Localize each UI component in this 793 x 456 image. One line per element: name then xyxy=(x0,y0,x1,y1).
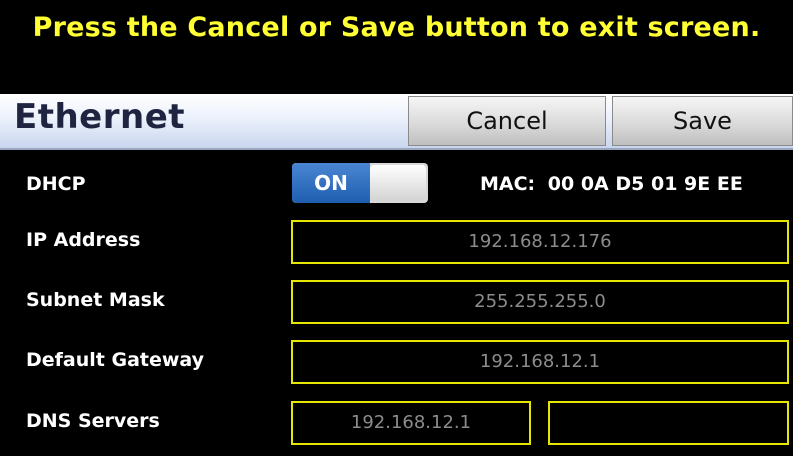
default-gateway-label: Default Gateway xyxy=(26,349,205,371)
ip-address-field[interactable]: 192.168.12.176 xyxy=(291,220,789,264)
dns-servers-label: DNS Servers xyxy=(26,410,160,432)
mac-value: 00 0A D5 01 9E EE xyxy=(547,173,743,195)
cancel-button[interactable]: Cancel xyxy=(408,96,606,146)
mac-label: MAC: xyxy=(480,173,536,195)
dhcp-label: DHCP xyxy=(26,173,86,195)
instruction-text: Press the Cancel or Save button to exit … xyxy=(32,12,761,43)
dns-primary-field[interactable]: 192.168.12.1 xyxy=(291,401,531,445)
dhcp-toggle[interactable]: ON xyxy=(292,163,428,203)
save-button[interactable]: Save xyxy=(612,96,793,146)
subnet-mask-field[interactable]: 255.255.255.0 xyxy=(291,280,789,324)
default-gateway-field[interactable]: 192.168.12.1 xyxy=(291,340,789,384)
page-title: Ethernet xyxy=(14,97,186,137)
dhcp-toggle-on-text: ON xyxy=(292,163,370,203)
toggle-knob xyxy=(370,165,426,201)
header-bar: Ethernet Cancel Save xyxy=(0,94,793,150)
dns-secondary-field[interactable] xyxy=(548,401,789,445)
instruction-banner: Press the Cancel or Save button to exit … xyxy=(0,0,793,94)
mac-address: MAC: 00 0A D5 01 9E EE xyxy=(480,173,743,195)
ip-address-label: IP Address xyxy=(26,229,141,251)
subnet-mask-label: Subnet Mask xyxy=(26,289,165,311)
